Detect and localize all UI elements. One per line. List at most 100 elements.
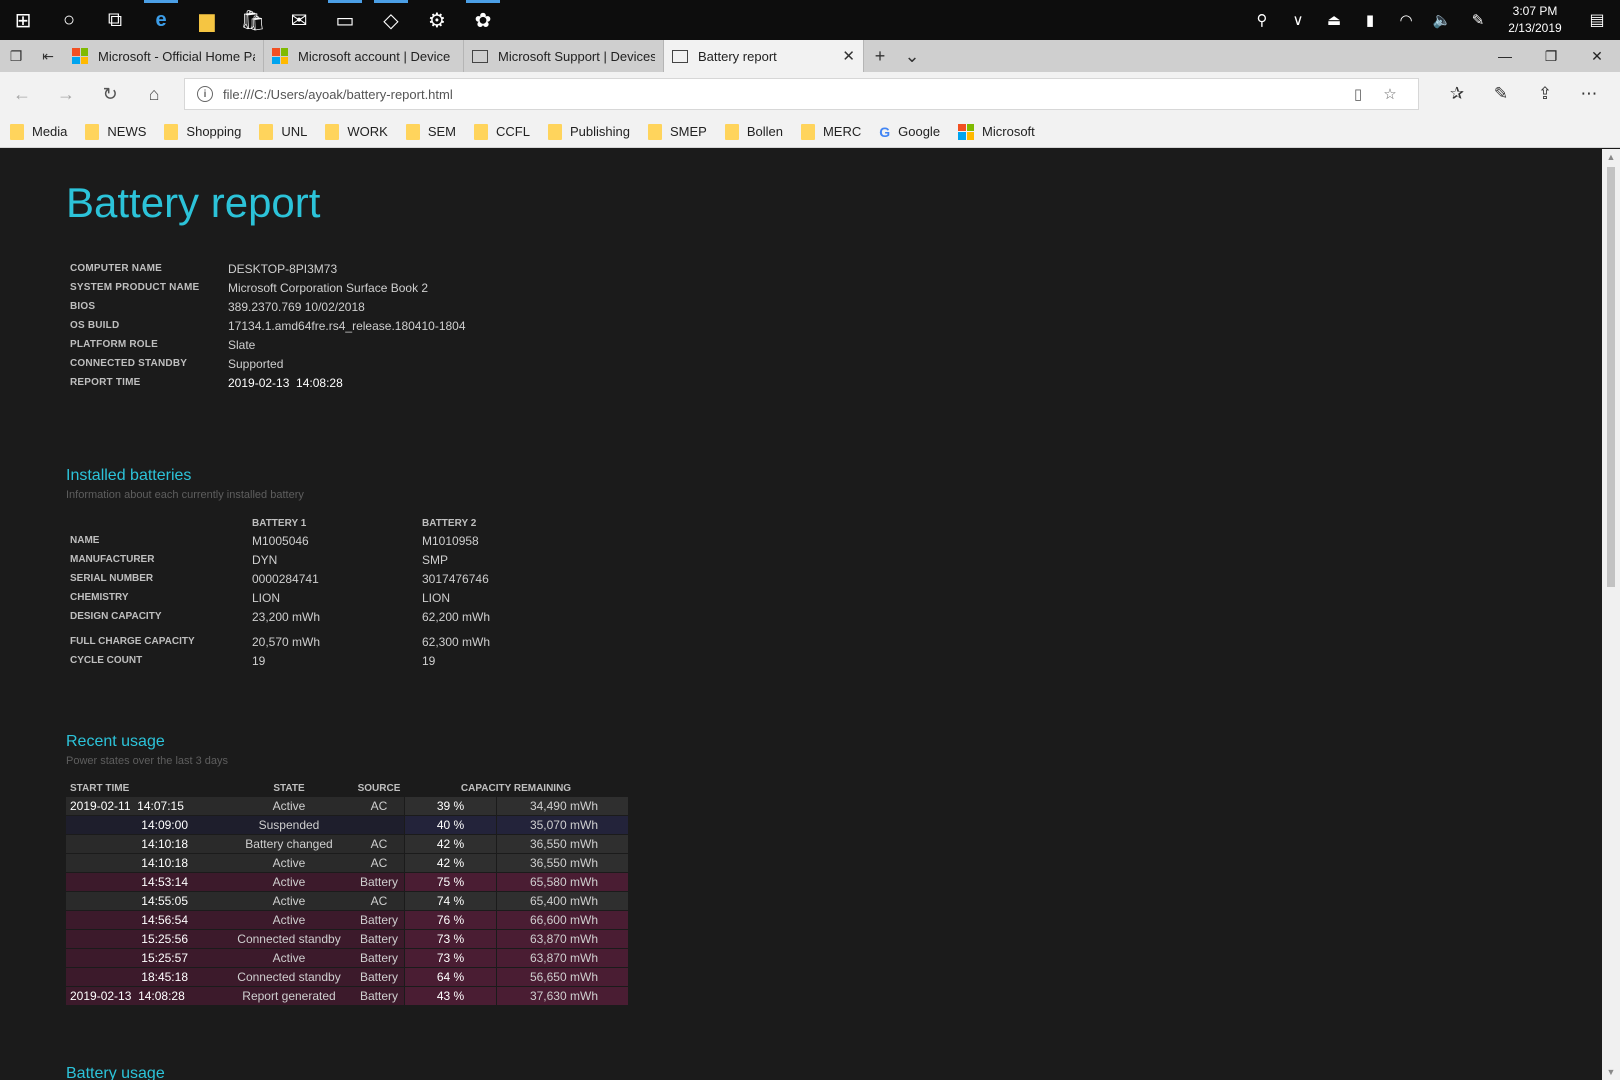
more-options-icon[interactable]: ⋯ — [1567, 72, 1611, 116]
taskbar: ⊞ ○ ⧉ e ▆ 🛍 ✉ ▭ ◇ ⚙ ✿ ⚲ ∨ ⏏ ▮ ◠ 🔈 ✎ 3:07… — [0, 0, 1620, 40]
google-icon: G — [879, 123, 891, 140]
favorite-ccfl[interactable]: CCFL — [474, 123, 530, 140]
favorite-media[interactable]: Media — [10, 123, 67, 140]
state-cell: Battery changed — [224, 835, 354, 853]
favorite-work[interactable]: WORK — [325, 123, 388, 140]
start-time: 14:10:18 — [141, 856, 188, 870]
scroll-up-icon[interactable]: ▲ — [1602, 149, 1620, 165]
url-input[interactable] — [223, 86, 1342, 102]
source-cell: Battery — [354, 873, 404, 891]
refresh-button[interactable]: ↻ — [88, 72, 132, 116]
cortana-search-icon[interactable]: ○ — [46, 0, 92, 40]
close-tab-icon[interactable]: ✕ — [842, 47, 855, 65]
tab-microsoft-home[interactable]: Microsoft - Official Home Pa — [64, 40, 264, 72]
tab-manager-icon[interactable]: ❐ — [0, 40, 32, 72]
terminal-icon[interactable]: ▭ — [322, 0, 368, 40]
state-cell: Active — [224, 911, 354, 929]
minimize-button[interactable]: — — [1482, 40, 1528, 72]
table-row: 2019-02-13 14:08:28 Report generated Batte… — [66, 987, 628, 1005]
chevron-up-icon[interactable]: ∨ — [1280, 0, 1316, 40]
favorite-shopping[interactable]: Shopping — [164, 123, 241, 140]
info-row: REPORT TIME 2019-02-13 14:08:28 — [70, 375, 343, 390]
page-scrollbar[interactable]: ▲ ▼ — [1602, 149, 1620, 1080]
start-time: 14:53:14 — [141, 875, 188, 889]
recent-usage-subtitle: Power states over the last 3 days — [66, 755, 229, 767]
source-cell: Battery — [354, 930, 404, 948]
state-cell: Active — [224, 797, 354, 815]
table-row: MANUFACTURER DYN SMP — [70, 552, 449, 567]
favorite-bollen[interactable]: Bollen — [724, 123, 783, 140]
windows-start-icon[interactable]: ⊞ — [0, 0, 46, 40]
file-explorer-icon[interactable]: ▆ — [184, 0, 230, 40]
tab-label: Battery report — [698, 48, 777, 64]
state-cell: Connected standby — [224, 930, 354, 948]
folder-icon — [547, 123, 562, 140]
table-header: BATTERY 1 BATTERY 2 — [252, 517, 477, 529]
volume-icon[interactable]: 🔈 — [1424, 0, 1460, 40]
people-icon[interactable]: ⚲ — [1244, 0, 1280, 40]
capacity-percent-cell: 43 % — [404, 987, 496, 1005]
clock-date: 2/13/2019 — [1508, 21, 1562, 35]
start-date: 2019-02-11 — [70, 799, 131, 813]
table-row: 14:55:05 Active AC 74 % 65,400 mWh — [66, 892, 628, 910]
favorite-publishing[interactable]: Publishing — [547, 123, 630, 140]
set-aside-tabs-icon[interactable]: ⇤ — [32, 40, 64, 72]
start-time: 18:45:18 — [141, 970, 188, 984]
source-cell: Battery — [354, 987, 404, 1005]
favorite-smep[interactable]: SMEP — [647, 123, 707, 140]
mail-icon[interactable]: ✉ — [276, 0, 322, 40]
scroll-down-icon[interactable]: ▼ — [1602, 1064, 1620, 1080]
favorite-merc[interactable]: MERC — [800, 123, 861, 140]
tab-label: Microsoft - Official Home Pa — [98, 48, 255, 64]
table-row: DESIGN CAPACITY 23,200 mWh 62,200 mWh — [70, 609, 491, 624]
tab-battery-report[interactable]: Battery report ✕ — [664, 40, 864, 72]
back-button[interactable]: ← — [0, 72, 44, 116]
tab-microsoft-support[interactable]: Microsoft Support | Devices — [464, 40, 664, 72]
edge-browser-icon[interactable]: e — [138, 0, 184, 40]
favorite-sem[interactable]: SEM — [405, 123, 456, 140]
recent-usage-table: START TIME STATE SOURCE CAPACITY REMAINI… — [66, 779, 628, 1006]
tab-label: Microsoft Support | Devices — [498, 48, 655, 64]
page-icon — [672, 49, 688, 63]
forward-button[interactable]: → — [44, 72, 88, 116]
detach-keyboard-icon[interactable]: ⏏ — [1316, 0, 1352, 40]
table-row: 18:45:18 Connected standby Battery 64 % 56,6… — [66, 968, 628, 986]
start-time: 15:25:56 — [141, 932, 188, 946]
home-button[interactable]: ⌂ — [132, 72, 176, 116]
favorite-microsoft[interactable]: Microsoft — [958, 123, 1035, 140]
reading-view-icon[interactable]: ▯ — [1342, 85, 1374, 103]
address-bar[interactable]: i ▯ ☆ — [184, 78, 1419, 110]
capacity-mwh-cell: 36,550 mWh — [496, 835, 628, 853]
info-icon[interactable]: i — [197, 86, 213, 102]
web-note-icon[interactable]: ✎ — [1479, 72, 1523, 116]
battery-icon[interactable]: ▮ — [1352, 0, 1388, 40]
tab-microsoft-account[interactable]: Microsoft account | Device I — [264, 40, 464, 72]
start-time-cell: 18:45:18 — [66, 968, 224, 986]
clock[interactable]: 3:07 PM 2/13/2019 — [1496, 3, 1574, 37]
restore-button[interactable]: ❐ — [1528, 40, 1574, 72]
favorites-hub-icon[interactable]: ✰ — [1435, 72, 1479, 116]
favorite-news[interactable]: NEWS — [85, 123, 146, 140]
favorite-unl[interactable]: UNL — [259, 123, 307, 140]
pen-icon[interactable]: ✎ — [1460, 0, 1496, 40]
store-icon[interactable]: 🛍 — [230, 0, 276, 40]
source-cell: AC — [354, 835, 404, 853]
notifications-icon[interactable]: ▤ — [1574, 0, 1620, 40]
paint-app-icon[interactable]: ✿ — [460, 0, 506, 40]
capacity-percent-cell: 39 % — [404, 797, 496, 815]
task-view-icon[interactable]: ⧉ — [92, 0, 138, 40]
folder-icon — [259, 123, 274, 140]
tablet-mode-icon[interactable]: ◇ — [368, 0, 414, 40]
scroll-thumb[interactable] — [1607, 167, 1615, 587]
close-window-button[interactable]: ✕ — [1574, 40, 1620, 72]
favorite-google[interactable]: G Google — [879, 124, 940, 140]
source-cell: AC — [354, 797, 404, 815]
tab-preview-chevron-icon[interactable]: ⌄ — [896, 40, 928, 72]
new-tab-button[interactable]: + — [864, 40, 896, 72]
share-icon[interactable]: ⇪ — [1523, 72, 1567, 116]
table-row: 15:25:57 Active Battery 73 % 63,870 mWh — [66, 949, 628, 967]
favorite-star-icon[interactable]: ☆ — [1374, 85, 1406, 103]
state-cell: Active — [224, 854, 354, 872]
settings-gear-icon[interactable]: ⚙ — [414, 0, 460, 40]
wifi-icon[interactable]: ◠ — [1388, 0, 1424, 40]
